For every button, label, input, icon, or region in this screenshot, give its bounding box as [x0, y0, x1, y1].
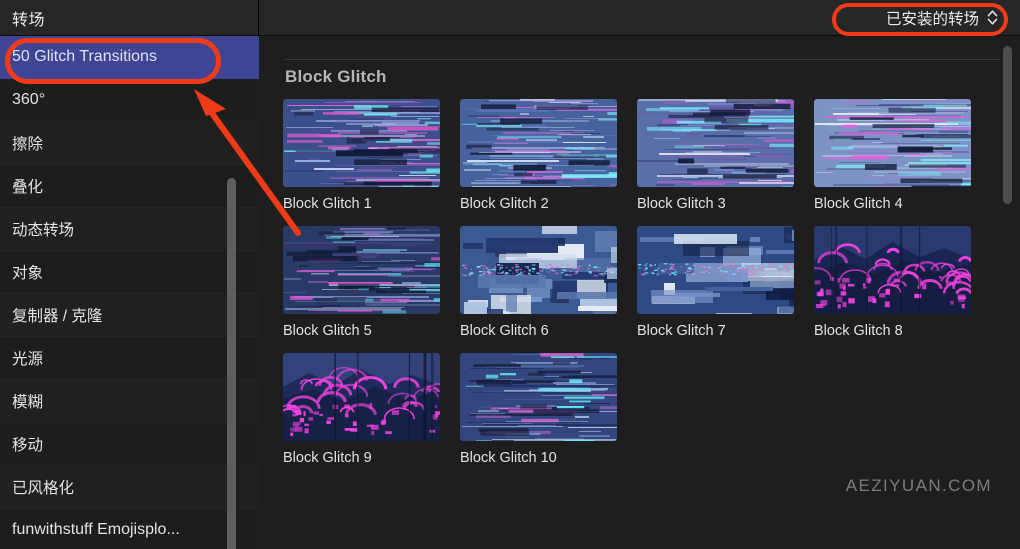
transition-label: Block Glitch 2: [460, 196, 549, 212]
transition-item[interactable]: Block Glitch 1: [283, 99, 440, 212]
sidebar-item-10[interactable]: 移动: [0, 423, 259, 466]
sidebar-item-1[interactable]: 50 Glitch Transitions: [0, 36, 259, 79]
transition-thumbnail[interactable]: [637, 226, 794, 314]
transition-item[interactable]: Block Glitch 10: [460, 353, 617, 466]
content-scrollbar-thumb[interactable]: [1003, 46, 1012, 204]
sidebar-item-4[interactable]: 叠化: [0, 165, 259, 208]
transition-label: Block Glitch 6: [460, 323, 549, 339]
sidebar: 转场 50 Glitch Transitions 360° 擦除叠化动态转场对象复制…: [0, 0, 259, 549]
transition-item[interactable]: Block Glitch 6: [460, 226, 617, 339]
transition-thumbnail[interactable]: [460, 226, 617, 314]
sidebar-item-2[interactable]: 360°: [0, 79, 259, 122]
content-header: 已安装的转场: [259, 0, 1020, 36]
sidebar-item-label: 50 Glitch Transitions: [12, 48, 157, 65]
transition-thumbnail[interactable]: [814, 226, 971, 314]
transitions-browser-window: 转场 50 Glitch Transitions 360° 擦除叠化动态转场对象复制…: [0, 0, 1020, 549]
sidebar-item-6[interactable]: 对象: [0, 251, 259, 294]
content-panel: 已安装的转场 Block Glitch Block Glitch 1 Block …: [259, 0, 1020, 549]
sidebar-item-label: funwithstuff Emojisplo...: [12, 521, 180, 538]
transition-item[interactable]: Block Glitch 9: [283, 353, 440, 466]
sidebar-item-label: 擦除: [12, 136, 44, 153]
sidebar-item-label: 光源: [12, 351, 44, 368]
sidebar-item-label: 360°: [12, 91, 46, 108]
transition-label: Block Glitch 9: [283, 450, 372, 466]
transition-item[interactable]: Block Glitch 5: [283, 226, 440, 339]
sidebar-item-5[interactable]: 动态转场: [0, 208, 259, 251]
sidebar-item-7[interactable]: 复制器 / 克隆: [0, 294, 259, 337]
transition-item[interactable]: Block Glitch 2: [460, 99, 617, 212]
transition-grid: Block Glitch 1 Block Glitch 2 Block Glitch…: [283, 99, 998, 466]
sidebar-header: 转场: [0, 0, 258, 36]
sidebar-item-9[interactable]: 模糊: [0, 380, 259, 423]
transition-browser[interactable]: Block Glitch Block Glitch 1 Block Glitch …: [259, 37, 1020, 549]
installed-transitions-dropdown[interactable]: 已安装的转场: [886, 7, 998, 29]
transition-item[interactable]: Block Glitch 8: [814, 226, 971, 339]
sidebar-item-label: 对象: [12, 265, 44, 282]
sidebar-category-list[interactable]: 50 Glitch Transitions 360° 擦除叠化动态转场对象复制器 /…: [0, 36, 259, 549]
transition-label: Block Glitch 8: [814, 323, 903, 339]
installed-transitions-dropdown-label: 已安装的转场: [885, 10, 979, 28]
transition-label: Block Glitch 5: [283, 323, 372, 339]
sidebar-scrollbar-track[interactable]: [227, 88, 247, 549]
sidebar-item-label: 叠化: [12, 179, 44, 196]
transition-thumbnail[interactable]: [283, 353, 440, 441]
transition-item[interactable]: Block Glitch 4: [814, 99, 971, 212]
sidebar-item-label: 动态转场: [12, 222, 75, 239]
transition-thumbnail[interactable]: [283, 99, 440, 187]
transition-item[interactable]: Block Glitch 3: [637, 99, 794, 212]
transition-label: Block Glitch 7: [637, 323, 726, 339]
transition-thumbnail[interactable]: [814, 99, 971, 187]
transition-thumbnail[interactable]: [460, 353, 617, 441]
sidebar-item-11[interactable]: 已风格化: [0, 466, 259, 509]
sidebar-title: 转场: [12, 11, 46, 29]
sidebar-item-label: 复制器 / 克隆: [12, 308, 103, 325]
transition-label: Block Glitch 10: [460, 450, 557, 466]
transition-thumbnail[interactable]: [283, 226, 440, 314]
transition-label: Block Glitch 1: [283, 196, 372, 212]
sidebar-item-3[interactable]: 擦除: [0, 122, 259, 165]
sidebar-item-label: 已风格化: [12, 480, 75, 497]
transition-label: Block Glitch 4: [814, 196, 903, 212]
transition-label: Block Glitch 3: [637, 196, 726, 212]
group-divider: [285, 59, 1000, 60]
transition-thumbnail[interactable]: [460, 99, 617, 187]
chevron-up-down-icon: [987, 9, 998, 26]
transition-item[interactable]: Block Glitch 7: [637, 226, 794, 339]
sidebar-item-8[interactable]: 光源: [0, 337, 259, 380]
transition-thumbnail[interactable]: [637, 99, 794, 187]
sidebar-item-12[interactable]: funwithstuff Emojisplo...: [0, 509, 259, 549]
sidebar-item-label: 模糊: [12, 394, 44, 411]
watermark: AEZIYUAN.COM: [845, 476, 992, 495]
sidebar-item-label: 移动: [12, 437, 44, 454]
sidebar-scrollbar-thumb[interactable]: [227, 178, 236, 549]
group-title: Block Glitch: [285, 67, 387, 86]
